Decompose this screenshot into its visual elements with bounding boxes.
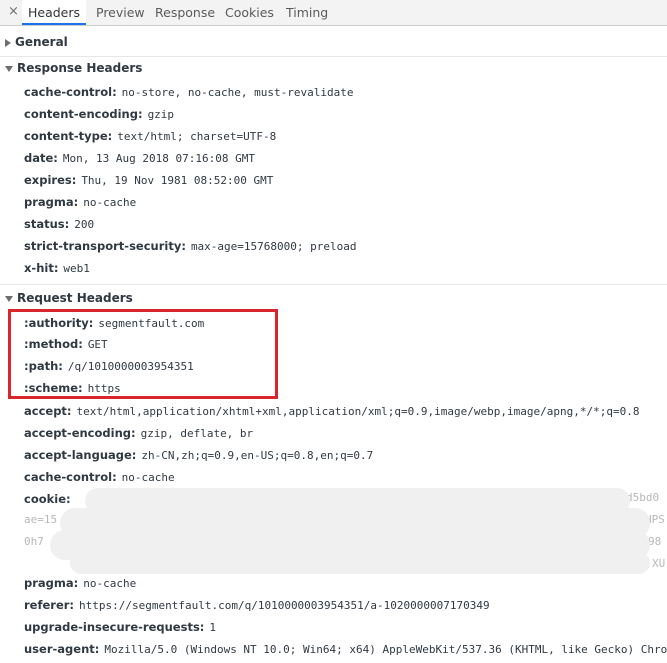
- request-header-row: cookie:: [24, 492, 71, 506]
- highlight-box: [8, 309, 278, 399]
- collapse-triangle-icon: [5, 65, 13, 72]
- divider: [0, 56, 667, 57]
- divider: [0, 284, 667, 285]
- response-header-row: content-type: text/html; charset=UTF-8: [24, 129, 277, 143]
- response-header-row: strict-transport-security: max-age=157680…: [24, 239, 357, 253]
- request-header-row: user-agent: Mozilla/5.0 (Windows NT 10.0;…: [24, 642, 667, 656]
- request-header-row: pragma: no-cache: [24, 576, 137, 590]
- request-header-row: accept-encoding: gzip, deflate, br: [24, 426, 254, 440]
- request-header-row: accept-language: zh-CN,zh;q=0.9,en-US;q=0…: [24, 448, 374, 462]
- cookie-fragment: 0h7: [24, 535, 44, 548]
- cookie-fragment: 98: [648, 535, 662, 548]
- tab-cookies[interactable]: Cookies: [225, 0, 274, 25]
- close-icon[interactable]: ×: [8, 4, 19, 20]
- response-headers-section-header[interactable]: Response Headers: [0, 60, 667, 76]
- cookie-fragment: XU: [652, 557, 666, 570]
- response-header-row: content-encoding: gzip: [24, 107, 175, 121]
- response-header-row: x-hit: web1: [24, 261, 90, 275]
- request-headers-section-header[interactable]: Request Headers: [0, 290, 667, 306]
- cookie-fragment: d5bd0: [626, 491, 660, 504]
- request-headers-title: Request Headers: [17, 291, 133, 305]
- devtools-tab-bar: × Headers Preview Response Cookies Timin…: [0, 0, 667, 26]
- response-header-row: pragma: no-cache: [24, 195, 137, 209]
- redaction-scribble: [70, 552, 650, 574]
- response-header-row: date: Mon, 13 Aug 2018 07:16:08 GMT: [24, 151, 255, 165]
- request-header-row: accept: text/html,application/xhtml+xml,a…: [24, 404, 640, 418]
- tab-response[interactable]: Response: [155, 0, 215, 25]
- tab-headers[interactable]: Headers: [22, 0, 86, 25]
- response-header-row: expires: Thu, 19 Nov 1981 08:52:00 GMT: [24, 173, 274, 187]
- tab-timing[interactable]: Timing: [286, 0, 328, 25]
- general-section-header[interactable]: General: [0, 34, 667, 50]
- cookie-fragment: ae=15: [24, 513, 58, 526]
- request-header-row: cache-control: no-cache: [24, 470, 175, 484]
- request-header-row: upgrade-insecure-requests: 1: [24, 620, 217, 634]
- expand-triangle-icon: [5, 38, 11, 47]
- general-title: General: [15, 35, 68, 49]
- response-header-row: cache-control: no-store, no-cache, must-r…: [24, 85, 354, 99]
- response-header-row: status: 200: [24, 217, 95, 231]
- response-headers-title: Response Headers: [17, 61, 143, 75]
- tab-preview[interactable]: Preview: [96, 0, 145, 25]
- request-header-row: referer: https://segmentfault.com/q/10100…: [24, 598, 490, 612]
- collapse-triangle-icon: [5, 295, 13, 302]
